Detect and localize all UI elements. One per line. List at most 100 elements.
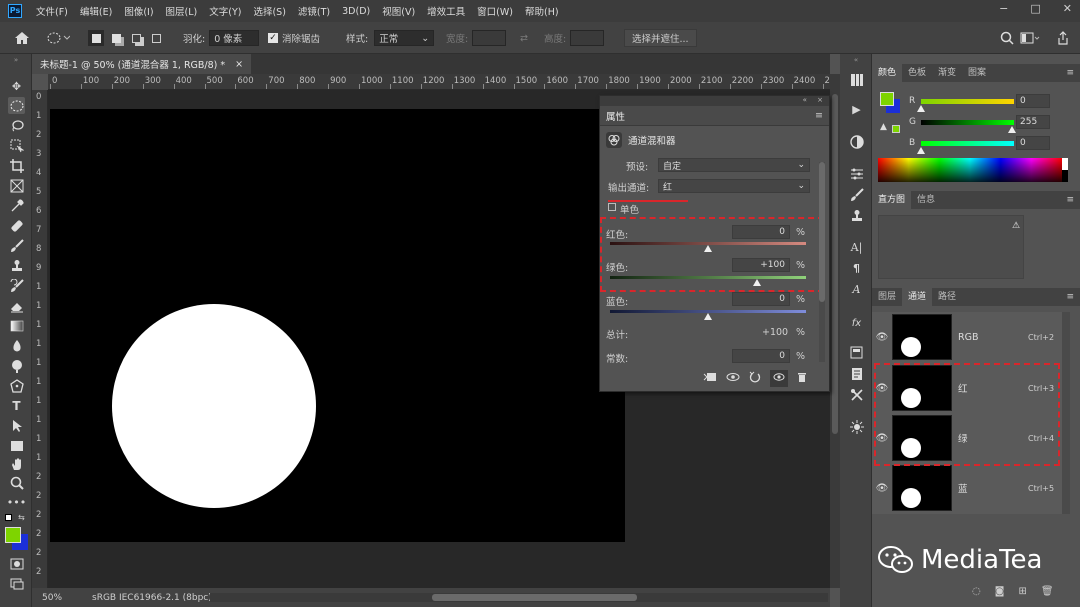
clone-stamp-tool-icon[interactable] — [8, 257, 25, 274]
maximize-button[interactable]: □ — [1030, 2, 1040, 15]
g-slider-thumb[interactable] — [1008, 126, 1016, 133]
brush-tool-icon[interactable] — [8, 237, 25, 254]
add-selection-button[interactable] — [108, 30, 124, 46]
more-tools-icon[interactable]: ••• — [7, 494, 26, 511]
menu-layer[interactable]: 图层(L) — [160, 4, 204, 18]
panel-menu-icon[interactable]: ≡ — [1060, 191, 1080, 209]
3d-panel-icon[interactable] — [849, 419, 864, 434]
brush-settings-icon[interactable] — [849, 166, 864, 181]
antialias-checkbox[interactable]: ✓ — [268, 33, 278, 43]
menu-edit[interactable]: 编辑(E) — [74, 4, 118, 18]
close-window-button[interactable]: ✕ — [1063, 2, 1072, 15]
path-selection-tool-icon[interactable] — [8, 417, 25, 434]
close-panel-icon[interactable]: × — [817, 96, 823, 104]
lasso-tool-icon[interactable] — [8, 117, 25, 134]
strip-grip[interactable]: « — [840, 56, 872, 64]
document-canvas[interactable] — [50, 109, 625, 542]
document-tab[interactable]: 未标题-1 @ 50% (通道混合器 1, RGB/8) * × — [32, 54, 252, 74]
view-previous-state-icon[interactable] — [726, 372, 740, 385]
adjustments-panel-icon[interactable] — [849, 134, 864, 149]
properties-scrollbar[interactable] — [819, 162, 825, 362]
elliptical-marquee-tool-icon[interactable] — [8, 97, 25, 114]
subtract-selection-button[interactable] — [128, 30, 144, 46]
constant-value-input[interactable]: 0 — [732, 349, 790, 363]
default-colors-icon[interactable] — [5, 514, 12, 521]
close-tab-icon[interactable]: × — [235, 59, 243, 70]
tab-paths[interactable]: 路径 — [932, 288, 962, 306]
panel-menu-icon[interactable]: ≡ — [815, 110, 823, 121]
tab-color[interactable]: 颜色 — [872, 64, 903, 82]
b-slider-thumb[interactable] — [917, 147, 925, 154]
styles-fx-icon[interactable]: fx — [849, 316, 864, 331]
dodge-tool-icon[interactable] — [8, 357, 25, 374]
white-swatch[interactable] — [1062, 158, 1068, 170]
channel-row-rgb[interactable]: 👁 RGB Ctrl+2 — [872, 312, 1062, 362]
swap-icon[interactable]: ⇄ — [520, 29, 528, 47]
menu-plugins[interactable]: 增效工具 — [421, 4, 471, 18]
channel-row-blue[interactable]: 👁 蓝 Ctrl+5 — [872, 463, 1062, 513]
select-and-mask-button[interactable]: 选择并遮住... — [624, 29, 697, 47]
delete-adjustment-icon[interactable] — [797, 371, 807, 386]
cache-warning-icon[interactable]: ⚠ — [1012, 221, 1020, 231]
tab-channels[interactable]: 通道 — [902, 288, 933, 306]
rectangle-tool-icon[interactable] — [8, 437, 25, 454]
menu-help[interactable]: 帮助(H) — [519, 4, 565, 18]
output-channel-select[interactable]: 红 ⌄ — [658, 179, 810, 193]
properties-tab[interactable]: 属性 ≡ — [600, 106, 829, 126]
toolbar-grip[interactable]: » — [0, 56, 32, 64]
b-slider-track[interactable] — [921, 141, 1014, 146]
black-swatch[interactable] — [1062, 170, 1068, 182]
out-of-gamut-icon[interactable]: ▲ — [880, 122, 887, 132]
menu-3d[interactable]: 3D(D) — [336, 6, 376, 17]
home-icon[interactable] — [14, 29, 30, 47]
width-input[interactable] — [472, 30, 507, 46]
screen-mode-icon[interactable] — [8, 575, 25, 592]
menu-filter[interactable]: 滤镜(T) — [292, 4, 336, 18]
libraries-panel-icon[interactable] — [849, 345, 864, 360]
zoom-level[interactable]: 50% — [42, 593, 80, 603]
search-icon[interactable] — [1000, 29, 1014, 47]
brushes-panel-icon[interactable] — [849, 187, 864, 202]
reset-adjustment-icon[interactable] — [749, 371, 761, 386]
quick-mask-icon[interactable] — [8, 555, 25, 572]
delete-channel-icon[interactable]: 🗑 — [1041, 586, 1054, 597]
r-slider-track[interactable] — [921, 99, 1014, 104]
feather-input[interactable]: 0 像素 — [209, 30, 260, 46]
g-value-input[interactable]: 255 — [1016, 115, 1050, 129]
crop-tool-icon[interactable] — [8, 157, 25, 174]
save-selection-channel-icon[interactable]: ◙ — [995, 586, 1005, 597]
menu-type[interactable]: 文字(Y) — [203, 4, 247, 18]
menu-file[interactable]: 文件(F) — [30, 4, 74, 18]
panel-menu-icon[interactable]: ≡ — [1060, 288, 1080, 306]
swap-colors-icon[interactable]: ⇆ — [18, 513, 25, 522]
intersect-selection-button[interactable] — [148, 30, 164, 46]
color-panel-fg-swatch[interactable] — [880, 92, 894, 106]
menu-view[interactable]: 视图(V) — [376, 4, 421, 18]
b-value-input[interactable]: 0 — [1016, 136, 1050, 150]
horizontal-scroll-thumb[interactable] — [432, 594, 637, 601]
tab-gradients[interactable]: 渐变 — [932, 64, 962, 82]
actions-play-icon[interactable]: ▶ — [849, 102, 864, 117]
blue-slider-thumb[interactable] — [704, 313, 712, 320]
tab-layers[interactable]: 图层 — [872, 288, 902, 306]
height-input[interactable] — [570, 30, 605, 46]
gradient-tool-icon[interactable] — [8, 317, 25, 334]
properties-panel-titlebar[interactable]: « × — [600, 96, 829, 106]
style-select[interactable]: 正常 ⌄ — [374, 30, 435, 46]
eraser-tool-icon[interactable] — [8, 297, 25, 314]
collapse-panel-icon[interactable]: « — [803, 96, 807, 104]
tab-patterns[interactable]: 图案 — [962, 64, 992, 82]
paragraph-panel-icon[interactable]: ¶ — [849, 261, 864, 276]
clip-to-layer-icon[interactable] — [703, 372, 717, 385]
properties-scroll-thumb[interactable] — [819, 162, 825, 302]
move-tool-icon[interactable]: ✥ — [8, 78, 25, 95]
color-spectrum-ramp[interactable] — [878, 158, 1062, 182]
clone-source-icon[interactable] — [849, 208, 864, 223]
glyphs-panel-icon[interactable]: A — [849, 282, 864, 297]
vertical-scroll-thumb[interactable] — [832, 94, 838, 434]
gamut-color-swatch[interactable] — [892, 125, 900, 133]
tab-info[interactable]: 信息 — [911, 191, 941, 209]
blue-value-input[interactable]: 0 — [732, 292, 790, 306]
menu-image[interactable]: 图像(I) — [118, 4, 159, 18]
workspace-icon[interactable] — [1020, 29, 1040, 47]
